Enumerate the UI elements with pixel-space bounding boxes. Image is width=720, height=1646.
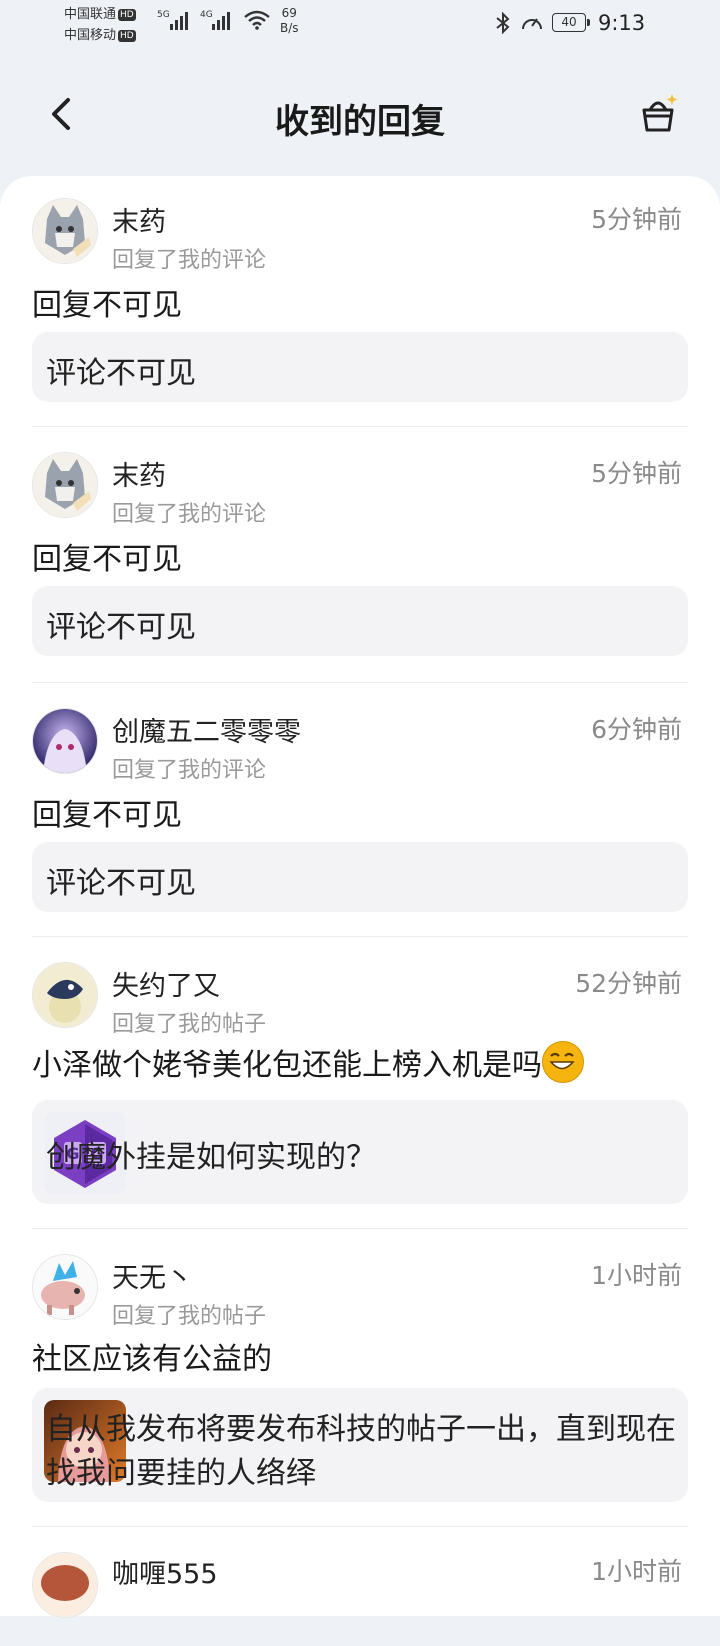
speedometer-icon: [522, 18, 542, 30]
quoted-post-title: 创魔外挂是如何实现的？: [46, 1140, 376, 1175]
timestamp: 1小时前: [591, 1557, 682, 1586]
clock: 9:13: [598, 11, 646, 35]
reply-item[interactable]: 末药 5分钟前 回复了我的评论 回复不可见 评论不可见: [32, 426, 688, 683]
username[interactable]: 天无丶: [112, 1256, 193, 1295]
reply-content: 小泽做个姥爷美化包还能上榜入机是吗: [32, 1040, 584, 1084]
reply-content: 社区应该有公益的: [32, 1342, 272, 1377]
username[interactable]: 咖喱555: [112, 1552, 218, 1591]
reply-item[interactable]: 天无丶 1小时前 回复了我的帖子 社区应该有公益的 自从我发布将要发布科技的帖子…: [32, 1228, 688, 1527]
timestamp: 52分钟前: [575, 969, 682, 998]
signal-icon: [168, 10, 190, 34]
user-avatar[interactable]: [32, 452, 98, 518]
user-avatar[interactable]: [32, 1552, 98, 1618]
username[interactable]: 末药: [112, 200, 166, 239]
quoted-post-title: 自从我发布将要发布科技的帖子一出，直到现在找我问要挂的人络绎: [46, 1412, 676, 1491]
timestamp: 5分钟前: [591, 205, 682, 234]
wifi-icon: [244, 10, 270, 30]
speed-unit: B/s: [280, 21, 299, 35]
reply-content: 回复不可见: [32, 798, 182, 833]
header: 收到的回复: [0, 70, 720, 170]
quoted-comment[interactable]: 评论不可见: [32, 842, 688, 912]
username[interactable]: 失约了又: [112, 964, 220, 1003]
user-avatar[interactable]: [32, 962, 98, 1028]
timestamp: 6分钟前: [591, 715, 682, 744]
network-speed: 69 B/s: [280, 6, 299, 36]
username[interactable]: 创魔五二零零零: [112, 710, 301, 749]
carrier-info: 中国联通 HD 中国移动 HD: [64, 4, 136, 46]
reply-action: 回复了我的帖子: [112, 1012, 267, 1037]
quoted-comment[interactable]: 评论不可见: [32, 586, 688, 656]
reply-item[interactable]: 咖喱555 1小时前: [32, 1526, 688, 1646]
carrier-2: 中国移动: [64, 28, 117, 43]
battery-level: 40: [552, 13, 586, 32]
quoted-comment[interactable]: 评论不可见: [32, 332, 688, 402]
quoted-text: 评论不可见: [46, 356, 196, 391]
bluetooth-icon: [496, 12, 510, 34]
reply-content: 回复不可见: [32, 542, 182, 577]
page-title: 收到的回复: [275, 102, 445, 142]
timestamp: 5分钟前: [591, 459, 682, 488]
hd-badge: HD: [118, 29, 136, 42]
speed-value: 69: [281, 6, 297, 20]
reply-action: 回复了我的评论: [112, 758, 267, 783]
timestamp: 1小时前: [591, 1261, 682, 1290]
battery-icon: 40: [552, 13, 590, 32]
carrier-1: 中国联通: [64, 7, 117, 22]
reply-item[interactable]: 末药 5分钟前 回复了我的评论 回复不可见 评论不可见: [32, 176, 688, 427]
reply-item[interactable]: 创魔五二零零零 6分钟前 回复了我的评论 回复不可见 评论不可见: [32, 682, 688, 937]
quoted-text: 评论不可见: [46, 866, 196, 901]
hd-badge: HD: [118, 8, 136, 21]
reply-text: 小泽做个姥爷美化包还能上榜入机是吗: [32, 1048, 542, 1083]
reply-action: 回复了我的评论: [112, 248, 267, 273]
signal-icon: [210, 10, 232, 34]
reply-content: 回复不可见: [32, 288, 182, 323]
user-avatar[interactable]: [32, 198, 98, 264]
user-avatar[interactable]: [32, 1254, 98, 1320]
quoted-post[interactable]: 自从我发布将要发布科技的帖子一出，直到现在找我问要挂的人络绎: [32, 1388, 688, 1502]
reply-action: 回复了我的评论: [112, 502, 267, 527]
quoted-text: 评论不可见: [46, 610, 196, 645]
reply-item[interactable]: 失约了又 52分钟前 回复了我的帖子 小泽做个姥爷美化包还能上榜入机是吗 G G…: [32, 936, 688, 1229]
reply-action: 回复了我的帖子: [112, 1304, 267, 1329]
grinning-emoji-icon: [542, 1041, 584, 1083]
basket-icon[interactable]: [636, 92, 680, 136]
reply-list[interactable]: 末药 5分钟前 回复了我的评论 回复不可见 评论不可见 末药 5分钟前 回复了我…: [0, 176, 720, 1618]
quoted-post[interactable]: G G 创魔外挂是如何实现的？: [32, 1100, 688, 1204]
user-avatar[interactable]: [32, 708, 98, 774]
status-bar: 中国联通 HD 中国移动 HD 5G 4G 69 B/s 40 9:13: [0, 0, 720, 50]
username[interactable]: 末药: [112, 454, 166, 493]
